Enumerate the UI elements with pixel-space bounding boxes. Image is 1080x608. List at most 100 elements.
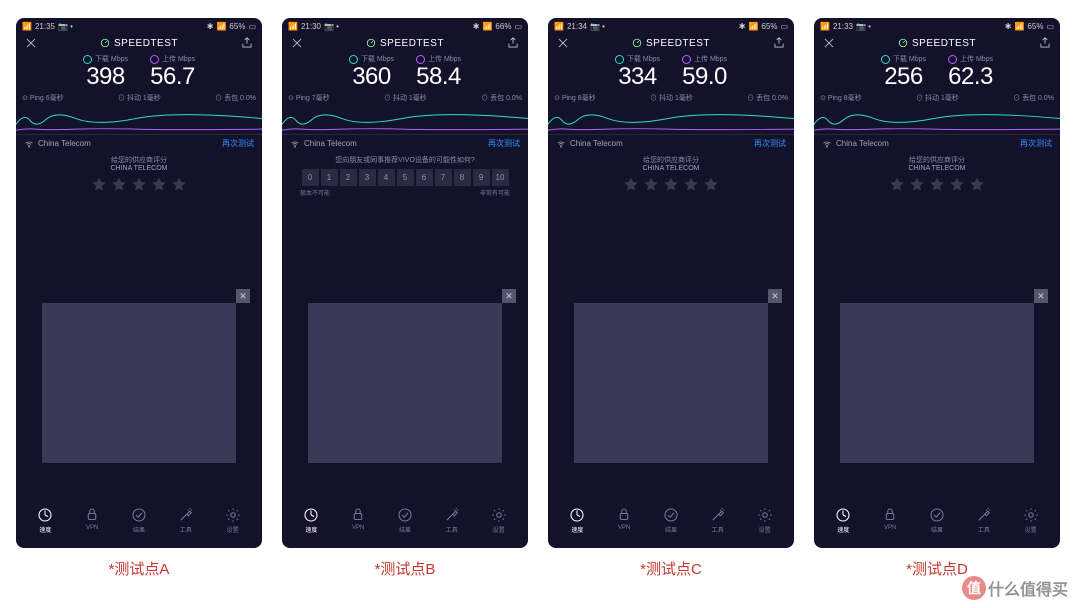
nav-结果[interactable]: 结果 (130, 506, 148, 534)
nps-3[interactable]: 3 (359, 169, 376, 186)
ping-stat: ⊙ Ping 8毫秒 (554, 93, 596, 103)
isp-name: China Telecom (570, 139, 623, 148)
status-bar: 📶21:30 📷 • ✱📶66%▭ (282, 18, 528, 34)
retest-link[interactable]: 再次测试 (754, 138, 786, 149)
star-rating[interactable] (820, 176, 1054, 192)
nav-速度[interactable]: 速度 (302, 506, 320, 534)
nav-结果[interactable]: 结果 (928, 506, 946, 534)
ad-placeholder: ✕ (840, 303, 1034, 463)
app-title: SPEEDTEST (898, 38, 976, 49)
nps-5[interactable]: 5 (397, 169, 414, 186)
status-bar: 📶21:35 📷 • ✱📶65%▭ (16, 18, 262, 34)
ad-close-icon[interactable]: ✕ (768, 289, 782, 303)
speed-graph (814, 105, 1060, 135)
wifi-status-icon: 📶 (1014, 22, 1024, 31)
nav-结果[interactable]: 结果 (396, 506, 414, 534)
nav-设置[interactable]: 设置 (1022, 506, 1040, 534)
close-icon[interactable] (290, 36, 304, 50)
nps-1[interactable]: 1 (321, 169, 338, 186)
app-title: SPEEDTEST (632, 38, 710, 49)
upload-icon (150, 55, 159, 64)
star-rating[interactable] (554, 176, 788, 192)
nav-速度[interactable]: 速度 (36, 506, 54, 534)
jitter-stat: ⊙ 抖动 1毫秒 (384, 93, 427, 103)
bluetooth-icon: ✱ (207, 22, 214, 31)
download-value: 360 (349, 65, 394, 89)
rating-question: 给您的供应商评分 (554, 156, 788, 165)
close-icon[interactable] (24, 36, 38, 50)
star-rating[interactable] (22, 176, 256, 192)
phone-panel-2: 📶21:34 📷 • ✱📶65%▭ SPEEDTEST 下载 Mbps 334 … (548, 18, 794, 548)
battery-pct: 65% (229, 22, 245, 31)
battery-pct: 65% (761, 22, 777, 31)
nav-VPN[interactable]: VPN (881, 506, 899, 534)
status-time: 21:34 (567, 22, 587, 31)
battery-pct: 66% (495, 22, 511, 31)
nav-工具[interactable]: 工具 (443, 506, 461, 534)
ad-close-icon[interactable]: ✕ (236, 289, 250, 303)
wifi-status-icon: 📶 (748, 22, 758, 31)
nps-9[interactable]: 9 (473, 169, 490, 186)
download-icon (615, 55, 624, 64)
nav-设置[interactable]: 设置 (756, 506, 774, 534)
nav-VPN[interactable]: VPN (615, 506, 633, 534)
jitter-stat: ⊙ 抖动 1毫秒 (916, 93, 959, 103)
ad-close-icon[interactable]: ✕ (1034, 289, 1048, 303)
app-title: SPEEDTEST (366, 38, 444, 49)
nav-速度[interactable]: 速度 (834, 506, 852, 534)
ad-placeholder: ✕ (308, 303, 502, 463)
download-icon (349, 55, 358, 64)
rating-subject: CHINA TELECOM (22, 165, 256, 172)
watermark: 值 什么值得买 (962, 576, 1068, 600)
retest-link[interactable]: 再次测试 (222, 138, 254, 149)
signal-icon: 📶 (820, 22, 830, 31)
ad-close-icon[interactable]: ✕ (502, 289, 516, 303)
download-value: 334 (615, 65, 660, 89)
nps-10[interactable]: 10 (492, 169, 509, 186)
phone-panel-1: 📶21:30 📷 • ✱📶66%▭ SPEEDTEST 下载 Mbps 360 … (282, 18, 528, 548)
signal-icon: 📶 (22, 22, 32, 31)
nav-设置[interactable]: 设置 (224, 506, 242, 534)
phone-panel-0: 📶21:35 📷 • ✱📶65%▭ SPEEDTEST 下载 Mbps 398 … (16, 18, 262, 548)
loss-stat: ⊙ 丢包 0.0% (747, 93, 788, 103)
nav-设置[interactable]: 设置 (490, 506, 508, 534)
status-time: 21:33 (833, 22, 853, 31)
app-title: SPEEDTEST (100, 38, 178, 49)
nav-结果[interactable]: 结果 (662, 506, 680, 534)
close-icon[interactable] (556, 36, 570, 50)
rating-question: 给您的供应商评分 (22, 156, 256, 165)
status-bar: 📶21:34 📷 • ✱📶65%▭ (548, 18, 794, 34)
nav-VPN[interactable]: VPN (83, 506, 101, 534)
share-icon[interactable] (1038, 36, 1052, 50)
ping-stat: ⊙ Ping 7毫秒 (288, 93, 330, 103)
nps-scale[interactable]: 012345678910 (288, 169, 522, 186)
download-icon (881, 55, 890, 64)
nps-7[interactable]: 7 (435, 169, 452, 186)
caption-1: *测试点B (282, 558, 528, 579)
nps-0[interactable]: 0 (302, 169, 319, 186)
nav-VPN[interactable]: VPN (349, 506, 367, 534)
jitter-stat: ⊙ 抖动 1毫秒 (118, 93, 161, 103)
wifi-status-icon: 📶 (216, 22, 226, 31)
loss-stat: ⊙ 丢包 0.0% (215, 93, 256, 103)
nav-工具[interactable]: 工具 (177, 506, 195, 534)
nps-2[interactable]: 2 (340, 169, 357, 186)
nav-速度[interactable]: 速度 (568, 506, 586, 534)
caption-2: *测试点C (548, 558, 794, 579)
bottom-nav: 速度 VPN 结果 工具 设置 (16, 502, 262, 538)
share-icon[interactable] (240, 36, 254, 50)
close-icon[interactable] (822, 36, 836, 50)
nps-8[interactable]: 8 (454, 169, 471, 186)
download-icon (83, 55, 92, 64)
nps-4[interactable]: 4 (378, 169, 395, 186)
wifi-status-icon: 📶 (482, 22, 492, 31)
nav-工具[interactable]: 工具 (709, 506, 727, 534)
retest-link[interactable]: 再次测试 (488, 138, 520, 149)
share-icon[interactable] (772, 36, 786, 50)
battery-icon: ▭ (248, 22, 256, 31)
nps-6[interactable]: 6 (416, 169, 433, 186)
nav-工具[interactable]: 工具 (975, 506, 993, 534)
retest-link[interactable]: 再次测试 (1020, 138, 1052, 149)
share-icon[interactable] (506, 36, 520, 50)
upload-value: 62.3 (948, 65, 993, 89)
